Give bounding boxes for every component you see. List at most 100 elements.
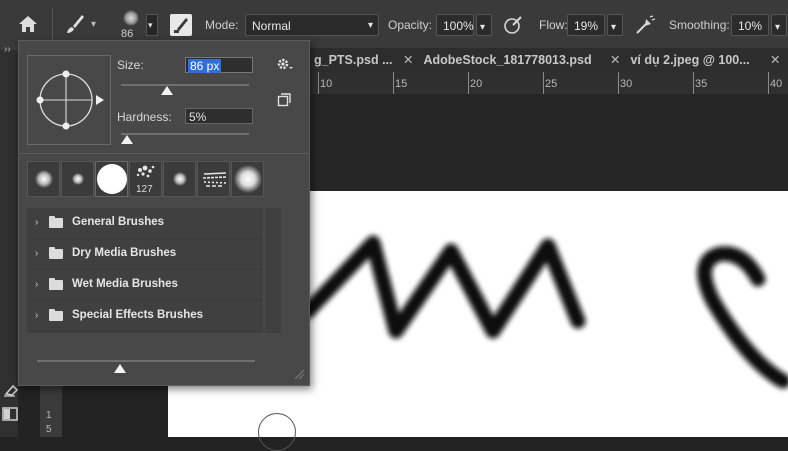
ruler-tick-label: 10 [320,78,333,90]
brush-preset-soft-large[interactable] [231,161,264,197]
spatter-brush-icon [136,165,155,178]
chevron-right-icon[interactable]: › [35,248,38,259]
flow-input[interactable]: 19% [567,14,605,36]
brush-preset-soft-tiny[interactable] [61,161,94,197]
brush-preset-soft-small[interactable] [27,161,60,197]
brush-angle-preview[interactable] [27,55,111,145]
close-icon[interactable]: ✕ [610,53,620,67]
folder-icon [49,309,63,321]
folder-label: Dry Media Brushes [72,247,177,259]
chevron-right-icon[interactable]: › [35,217,38,228]
chevron-down-icon: ▾ [611,22,617,33]
ruler-mark [693,72,694,94]
brush-preset-hard-round[interactable] [95,161,128,197]
ruler-mark [618,72,619,94]
brush-folder-list: › General Brushes › Dry Media Brushes › Wet… [27,208,263,333]
smoothing-dropdown-button[interactable]: ▾ [771,14,787,36]
hardness-slider-thumb[interactable] [121,135,134,144]
mode-select[interactable]: Normal ▾ [245,14,379,36]
brush-settings-panel-button[interactable] [170,14,192,36]
folder-general-brushes[interactable]: › General Brushes [27,208,263,239]
brush-preset-127[interactable]: 127 [129,161,162,197]
folder-dry-media-brushes[interactable]: › Dry Media Brushes [27,239,263,270]
ruler-tick-label: 35 [695,78,708,90]
separator [52,8,53,42]
brush-preset-picker[interactable]: 86 [118,6,144,44]
brush-picker-chevron-button[interactable]: ▾ [146,14,158,36]
vertical-ruler-tick: 1 [46,410,52,421]
brush-preset-soft-medium[interactable] [163,161,196,197]
folder-wet-media-brushes[interactable]: › Wet Media Brushes [27,270,263,301]
folder-icon [49,278,63,290]
brush-cursor [258,413,296,451]
ruler-mark [318,72,319,94]
smoothing-input[interactable]: 10% [731,14,769,36]
opacity-dropdown-button[interactable]: ▾ [476,14,492,36]
mode-label: Mode: [205,18,239,32]
folder-icon [49,216,63,228]
folder-label: Special Effects Brushes [72,309,204,321]
airbrush-icon[interactable] [633,13,657,37]
expand-panel-icon[interactable]: ›› [4,44,11,55]
close-icon[interactable]: ✕ [403,53,413,67]
size-input[interactable]: 86 px [185,57,253,73]
hardness-input[interactable]: 5% [185,108,253,124]
soft-round-brush-icon [173,172,187,186]
folder-icon [49,247,63,259]
brush-tool-chevron-icon[interactable]: ▾ [91,19,96,30]
chevron-right-icon[interactable]: › [35,310,38,321]
tab-document-2[interactable]: ✕ AdobeStock_181778013.psd [403,48,592,72]
mode-value: Normal [252,19,291,33]
brush-size-value: 86 [121,28,134,40]
chevron-down-icon: ▾ [775,22,781,33]
chevron-down-icon: ▾ [480,22,486,33]
ruler-mark [768,72,769,94]
soft-round-brush-icon [35,170,53,188]
tab-document-3[interactable]: ✕ ví dụ 2.jpeg @ 100... [610,48,750,72]
home-icon[interactable] [18,15,38,33]
hardness-label: Hardness: [117,110,172,124]
texture-brush-icon [202,172,228,187]
opacity-input[interactable]: 100% [436,14,474,36]
size-label: Size: [117,58,144,72]
ruler-mark [543,72,544,94]
chevron-right-icon[interactable]: › [35,279,38,290]
size-value: 86 px [188,59,222,73]
ruler-tick-label: 15 [395,78,408,90]
new-preset-icon[interactable] [277,93,291,107]
flow-dropdown-button[interactable]: ▾ [607,14,623,36]
close-icon[interactable]: ✕ [770,53,780,67]
folder-list-scrollbar[interactable] [265,208,281,333]
brush-settings-icon [174,18,188,33]
vertical-ruler-tick: 5 [46,424,52,435]
folder-label: General Brushes [72,216,165,228]
resize-grip-icon[interactable] [293,368,305,380]
ruler-mark [393,72,394,94]
preview-size-slider-thumb[interactable] [114,364,126,373]
brush-angle-roundness-icon [36,70,104,130]
chevron-down-icon: ▾ [367,20,373,31]
pressure-opacity-icon[interactable] [502,14,524,36]
brush-tool-icon[interactable] [64,13,86,35]
opacity-label: Opacity: [388,18,433,32]
tab-close-overflow[interactable]: ✕ [770,48,788,72]
flow-label: Flow: [539,18,568,32]
brush-preset-texture[interactable] [197,161,230,197]
opacity-value: 100% [443,19,474,33]
hardness-slider-track[interactable] [121,133,249,135]
folder-special-effects-brushes[interactable]: › Special Effects Brushes [27,301,263,332]
preview-size-slider-track[interactable] [37,360,255,362]
smoothing-label: Smoothing: [669,18,730,32]
flow-value: 19% [574,19,599,33]
gear-icon[interactable] [276,56,294,72]
size-slider-track[interactable] [121,84,249,86]
tools-panel: ›› [0,44,19,437]
soft-round-brush-icon [234,165,262,193]
size-slider-thumb[interactable] [161,86,173,95]
tab-document-1[interactable]: g_PTS.psd ... [314,48,393,72]
eraser-tool-icon[interactable] [3,383,19,397]
gradient-tool-icon[interactable] [2,406,18,422]
smoothing-value: 10% [738,19,763,33]
ruler-tick-label: 30 [620,78,633,90]
preset-count-label: 127 [136,184,153,195]
